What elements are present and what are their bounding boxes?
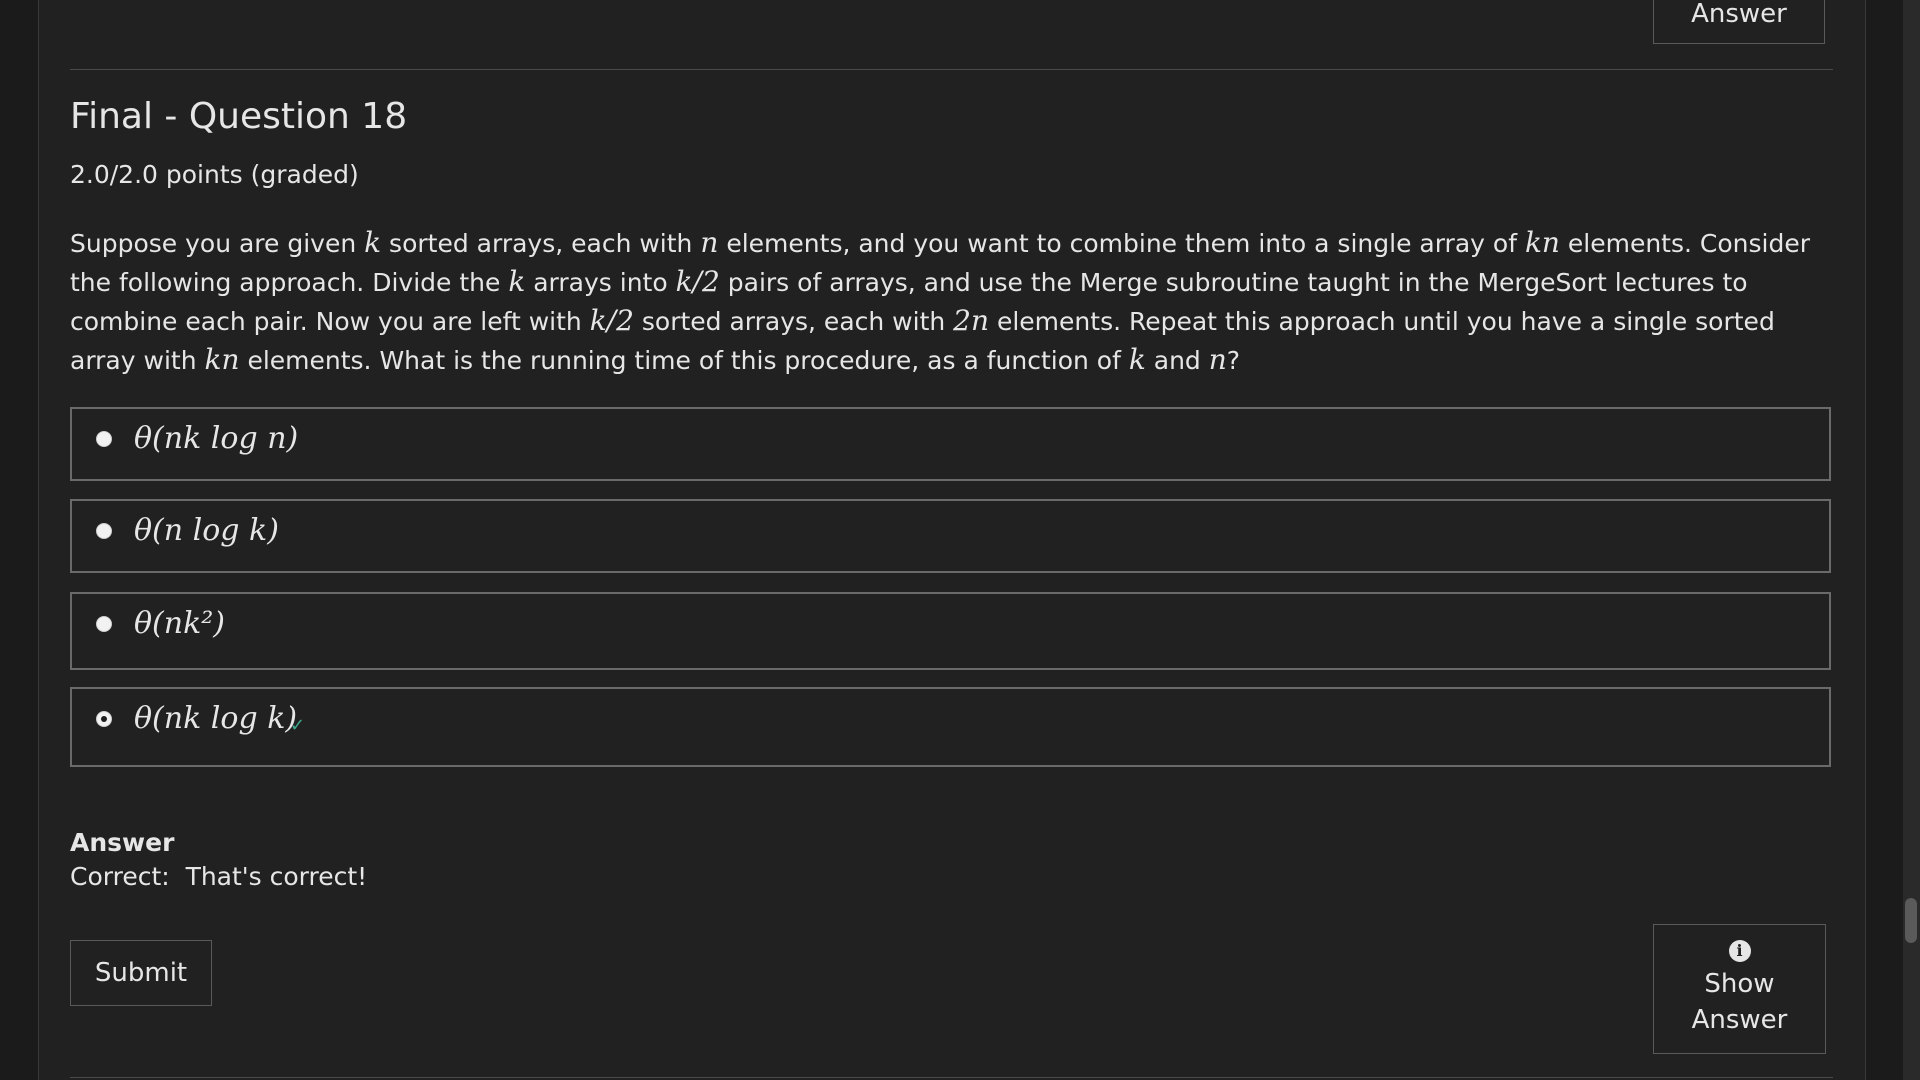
radio-button[interactable]: [96, 616, 112, 632]
math-k: k: [508, 265, 526, 298]
math-2n: 2n: [953, 304, 990, 337]
choice-label[interactable]: θ(nk²): [134, 606, 225, 641]
divider: [70, 1077, 1833, 1078]
show-answer-label-line2: Answer: [1691, 1005, 1788, 1035]
problem-container: Answer Final - Question 18 2.0/2.0 point…: [70, 0, 1833, 1080]
divider: [70, 69, 1833, 70]
problem-title: Final - Question 18: [70, 96, 408, 137]
choice-option-2[interactable]: θ(n log k): [70, 499, 1831, 573]
question-text-segment: and: [1145, 346, 1209, 375]
question-text-segment: Suppose you are given: [70, 229, 365, 258]
math-kn: kn: [204, 343, 240, 376]
show-answer-label-line1: Show: [1704, 969, 1775, 999]
choice-option-1[interactable]: θ(nk log n): [70, 407, 1831, 481]
points-status: 2.0/2.0 points (graded): [70, 160, 359, 189]
choice-label[interactable]: θ(n log k): [134, 513, 279, 548]
question-text-segment: arrays into: [525, 268, 676, 297]
question-text-segment: elements, and you want to combine them i…: [718, 229, 1525, 258]
previous-show-answer-button[interactable]: Answer: [1653, 0, 1825, 44]
radio-button-selected[interactable]: [96, 711, 112, 727]
show-answer-button[interactable]: i Show Answer: [1653, 924, 1826, 1054]
question-text-segment: elements. What is the running time of th…: [239, 346, 1129, 375]
answer-feedback: Correct: That's correct!: [70, 862, 368, 891]
math-kn: kn: [1524, 226, 1560, 259]
question-text-segment: ?: [1226, 346, 1241, 375]
choice-option-4[interactable]: θ(nk log k) ✓: [70, 687, 1831, 767]
choice-option-3[interactable]: θ(nk²): [70, 592, 1831, 670]
question-text: Suppose you are given k sorted arrays, e…: [70, 224, 1833, 380]
math-k: k: [364, 226, 382, 259]
math-k: k: [1128, 343, 1146, 376]
scrollbar-thumb[interactable]: [1905, 898, 1917, 943]
check-icon: ✓: [290, 715, 306, 736]
question-text-segment: sorted arrays, each with: [381, 229, 701, 258]
math-n: n: [1208, 343, 1227, 376]
question-text-segment: sorted arrays, each with: [633, 307, 954, 336]
math-k-over-2: k/2: [675, 265, 720, 298]
right-page-gutter: [1865, 0, 1904, 1080]
choice-label[interactable]: θ(nk log k): [134, 701, 297, 736]
left-page-gutter: [0, 0, 39, 1080]
math-n: n: [700, 226, 719, 259]
math-k-over-2: k/2: [589, 304, 634, 337]
answer-heading: Answer: [70, 828, 175, 857]
info-icon: i: [1728, 940, 1751, 962]
radio-button[interactable]: [96, 523, 112, 539]
radio-button[interactable]: [96, 431, 112, 447]
submit-button[interactable]: Submit: [70, 940, 212, 1006]
choice-label[interactable]: θ(nk log n): [134, 421, 298, 456]
